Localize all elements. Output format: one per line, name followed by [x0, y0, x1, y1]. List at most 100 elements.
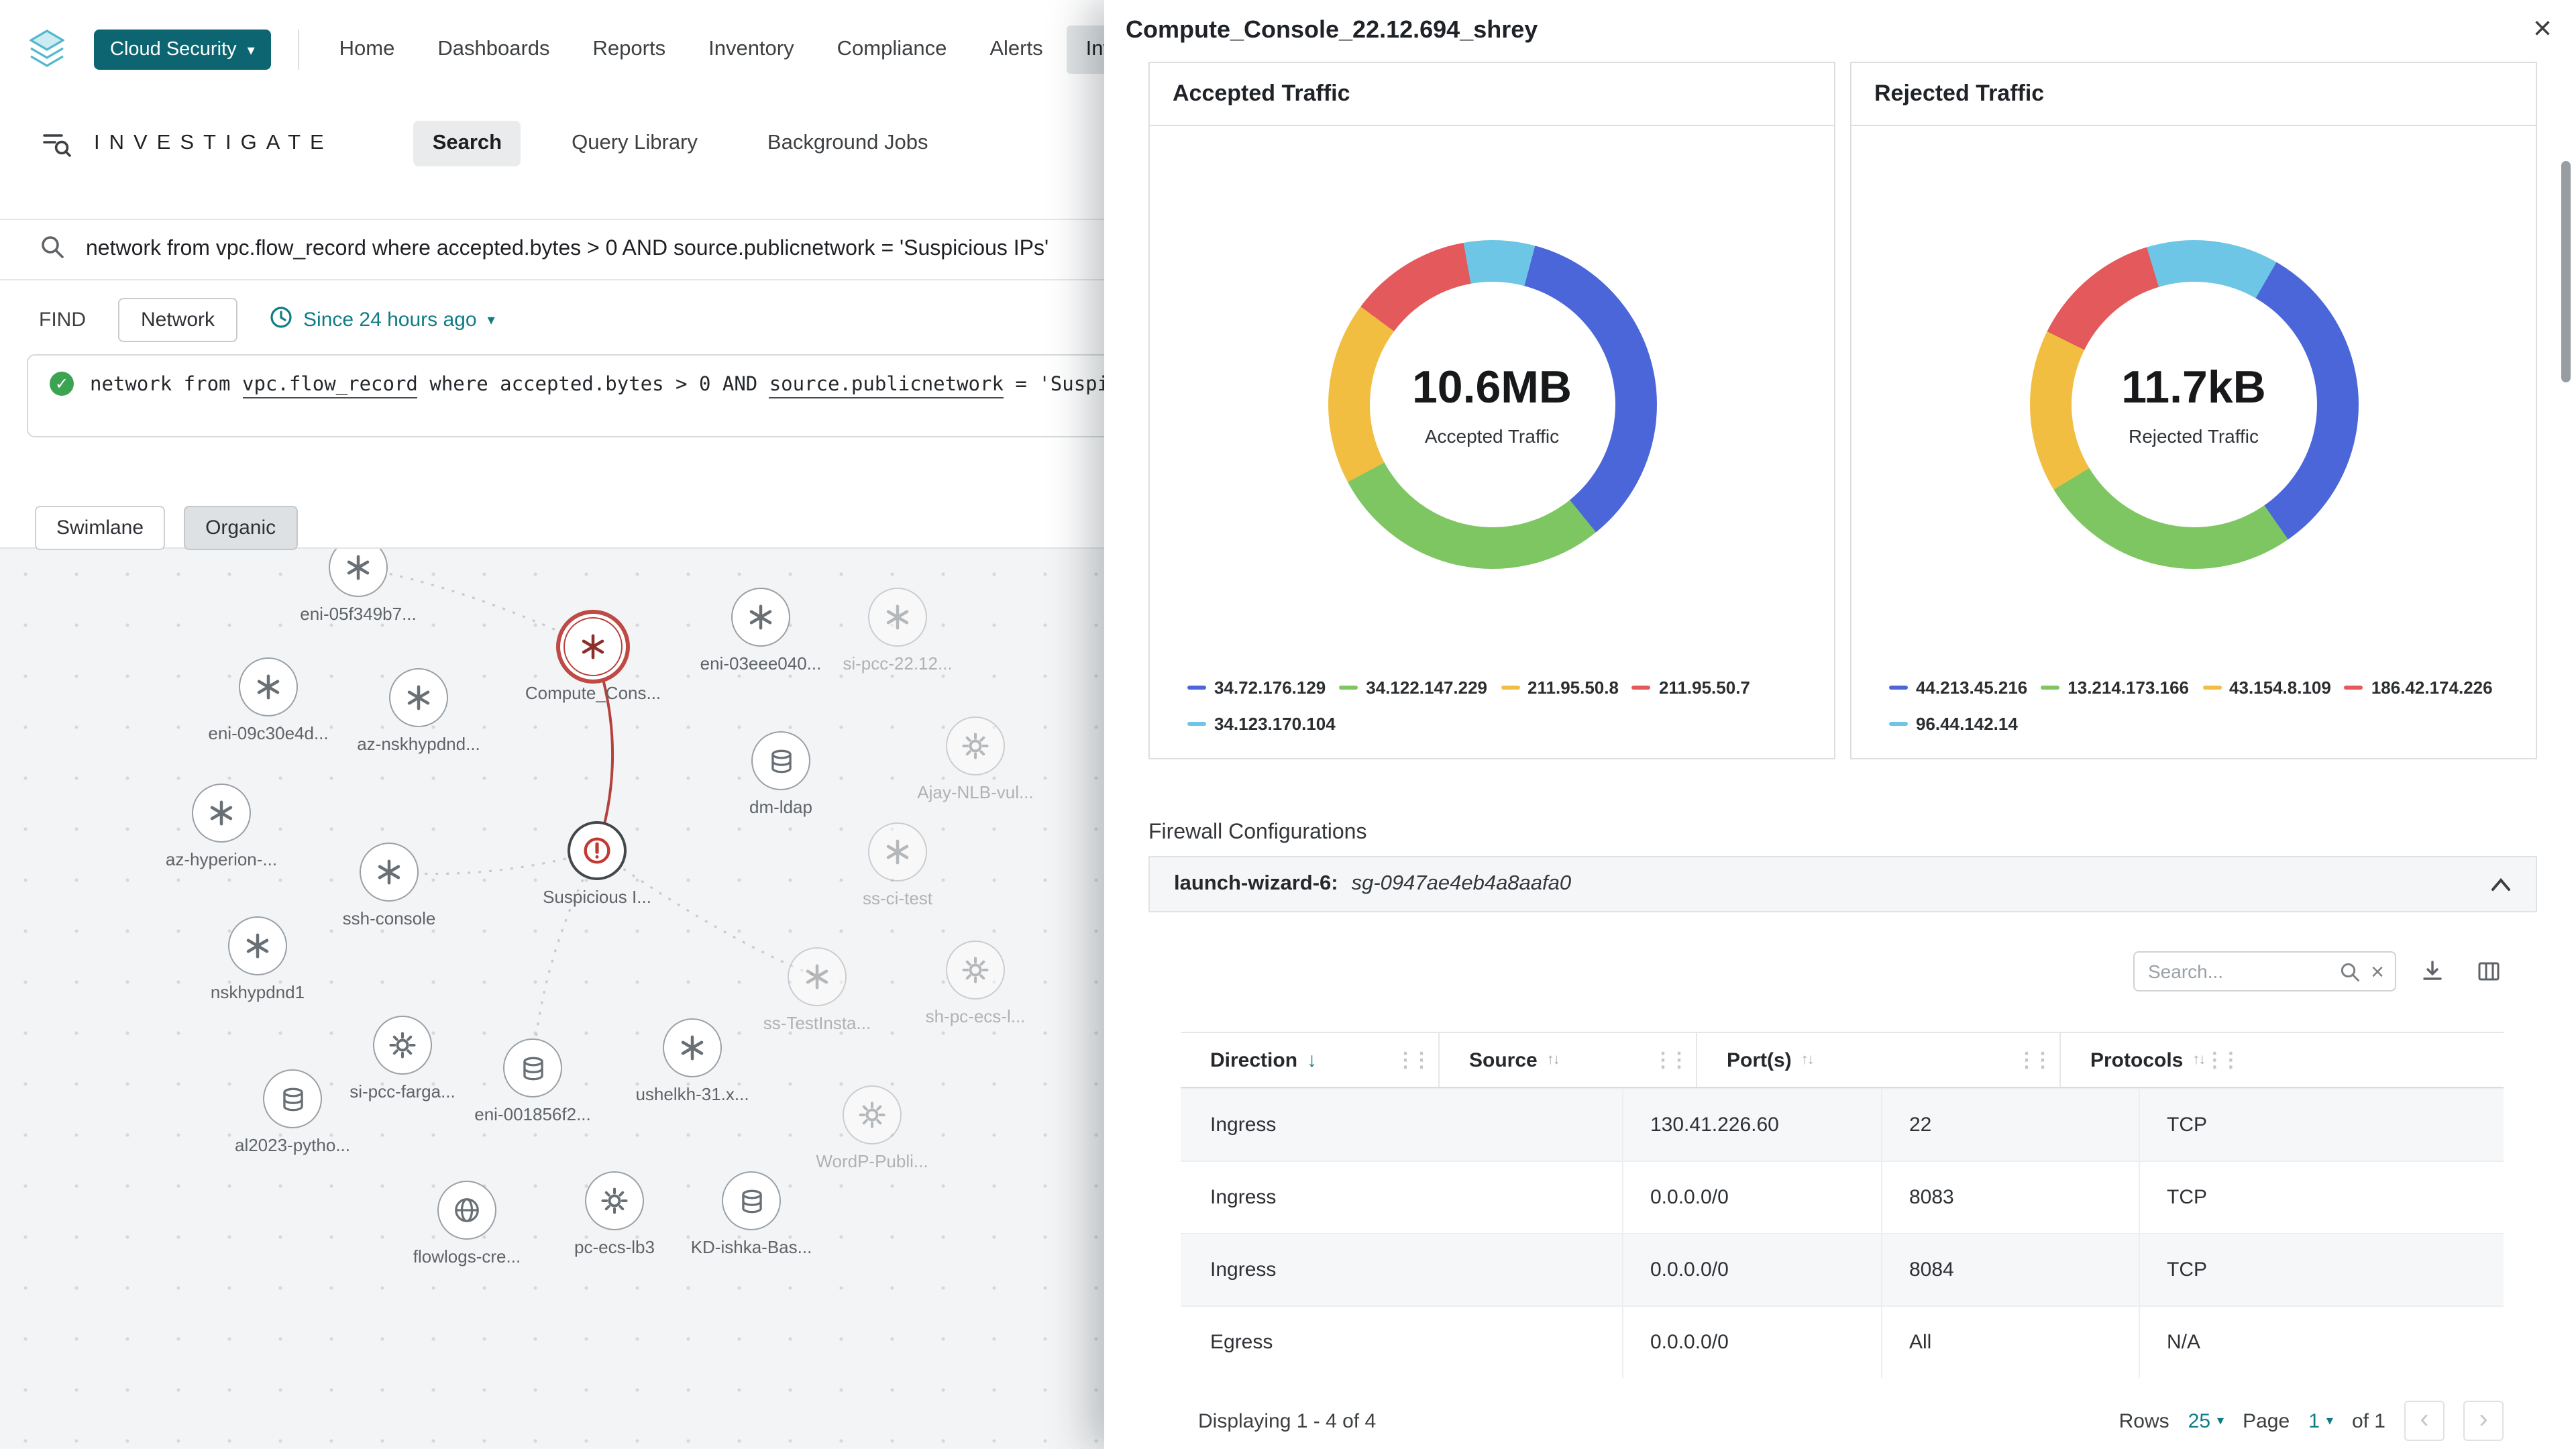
accepted-traffic-donut[interactable]: 10.6MB Accepted Traffic — [1328, 240, 1656, 569]
donut-value: 11.7kB — [2121, 362, 2266, 415]
compute-icon — [345, 554, 372, 581]
time-range-button[interactable]: Since 24 hours ago ▾ — [270, 305, 495, 333]
product-switcher[interactable]: Cloud Security ▾ — [94, 30, 271, 70]
graph-node[interactable]: sh-pc-ecs-l... — [946, 941, 1005, 1000]
table-body: Ingress 130.41.226.60 22 TCP Ingress 0.0… — [1181, 1088, 2504, 1378]
graph-node[interactable]: nskhypdnd1 — [228, 916, 287, 975]
graph-node[interactable]: eni-001856f2... — [503, 1038, 562, 1097]
legend-label: 34.72.176.129 — [1214, 678, 1326, 698]
graph-node[interactable]: Suspicious I... — [568, 821, 627, 880]
node-circle — [228, 916, 287, 975]
cell-source: 0.0.0.0/0 — [1623, 1307, 1882, 1378]
drag-handle-icon[interactable]: ⋮⋮ — [2204, 1048, 2237, 1072]
drag-handle-icon[interactable]: ⋮⋮ — [1395, 1048, 1428, 1072]
compute-icon — [884, 839, 911, 865]
graph-node[interactable]: ss-ci-test — [868, 822, 927, 881]
graph-node[interactable]: ssh-console — [360, 843, 419, 902]
next-page-button[interactable]: › — [2463, 1401, 2504, 1441]
table-row[interactable]: Ingress 0.0.0.0/0 8084 TCP — [1181, 1233, 2504, 1305]
graph-node[interactable]: WordP-Publi... — [843, 1085, 902, 1144]
compute-icon — [376, 859, 402, 885]
table-footer: Displaying 1 - 4 of 4 Rows 25 ▾ Page 1 ▾… — [1198, 1397, 2504, 1445]
caret-down-icon: ▾ — [2217, 1413, 2224, 1428]
database-icon — [739, 1188, 764, 1214]
graph-node[interactable]: pc-ecs-lb3 — [585, 1171, 644, 1230]
legend-label: 186.42.174.226 — [2371, 678, 2493, 698]
graph-node[interactable]: ushelkh-31.x... — [663, 1018, 722, 1077]
graph-node[interactable]: Compute_Cons... — [564, 617, 623, 676]
investigate-tab[interactable]: Query Library — [553, 121, 716, 166]
nav-item[interactable]: Dashboards — [419, 25, 568, 74]
column-header[interactable]: Source ↓ ↑↓ ⋮⋮ — [1440, 1033, 1697, 1087]
graph-node[interactable]: eni-05f349b7... — [329, 547, 388, 597]
graph-node[interactable]: az-nskhypdnd... — [389, 668, 448, 727]
graph-node[interactable]: eni-03eee040... — [731, 588, 790, 647]
nav-item[interactable]: Home — [321, 25, 414, 74]
investigate-tab[interactable]: Background Jobs — [749, 121, 947, 166]
graph-node[interactable]: al2023-pytho... — [263, 1069, 322, 1128]
view-tab[interactable]: Organic — [184, 506, 297, 550]
clear-search-icon[interactable]: × — [2371, 960, 2384, 983]
table-row[interactable]: Egress 0.0.0.0/0 All N/A — [1181, 1305, 2504, 1378]
view-tab[interactable]: Swimlane — [35, 506, 165, 550]
table-row[interactable]: Ingress 130.41.226.60 22 TCP — [1181, 1088, 2504, 1161]
nav-item[interactable]: Alerts — [971, 25, 1061, 74]
query-token: vpc.flow_record — [242, 374, 418, 398]
graph-node[interactable]: eni-09c30e4d... — [239, 657, 298, 716]
gear-icon — [859, 1102, 885, 1128]
drag-handle-icon[interactable]: ⋮⋮ — [2017, 1048, 2049, 1072]
node-circle — [788, 947, 847, 1006]
table-header: Direction ↓ ↑↓ ⋮⋮ Source ↓ ↑↓ ⋮⋮ Port(s) — [1181, 1032, 2504, 1088]
gear-icon — [389, 1032, 416, 1059]
table-search-input[interactable] — [2145, 959, 2312, 983]
query-token: network from — [90, 374, 242, 396]
rows-per-page-select[interactable]: 25 ▾ — [2188, 1409, 2224, 1432]
nav-item[interactable]: Reports — [574, 25, 685, 74]
graph-node[interactable]: si-pcc-farga... — [373, 1016, 432, 1075]
node-label: KD-ishka-Bas... — [691, 1237, 812, 1257]
sort-icon: ↑↓ — [1547, 1052, 1559, 1068]
prev-page-button[interactable]: ‹ — [2404, 1401, 2445, 1441]
rejected-traffic-donut[interactable]: 11.7kB Rejected Traffic — [2029, 240, 2358, 569]
graph-node[interactable]: si-pcc-22.12... — [868, 588, 927, 647]
nav-item[interactable]: Inventory — [690, 25, 813, 74]
legend-label: 13.214.173.166 — [2068, 678, 2189, 698]
column-header[interactable]: Protocols ↓ ↑↓ ⋮⋮ — [2061, 1033, 2247, 1087]
scrollbar-thumb[interactable] — [2561, 161, 2571, 382]
donut-wrap: 11.7kB Rejected Traffic — [1851, 126, 2536, 678]
graph-node[interactable]: az-hyperion-... — [192, 784, 251, 843]
security-group-id: sg-0947ae4eb4a8aafa0 — [1352, 872, 1572, 896]
entity-type-chip[interactable]: Network — [118, 297, 237, 341]
graph-node[interactable]: Ajay-NLB-vul... — [946, 716, 1005, 775]
graph-node[interactable]: dm-ldap — [751, 731, 810, 790]
drag-handle-icon[interactable]: ⋮⋮ — [1653, 1048, 1685, 1072]
legend-item: 13.214.173.166 — [2041, 678, 2189, 698]
collapse-chevron-icon[interactable] — [2490, 877, 2512, 892]
graph-node[interactable]: ss-TestInsta... — [788, 947, 847, 1006]
column-header[interactable]: Direction ↓ ↑↓ ⋮⋮ — [1181, 1033, 1440, 1087]
legend-label: 211.95.50.8 — [1527, 678, 1619, 698]
valid-query-check-icon: ✓ — [50, 372, 74, 396]
node-label: sh-pc-ecs-l... — [926, 1006, 1026, 1026]
rejected-legend: 44.213.45.216 13.214.173.166 43.154.8.10… — [1851, 678, 2536, 758]
node-label: pc-ecs-lb3 — [574, 1237, 655, 1257]
graph-node[interactable]: KD-ishka-Bas... — [722, 1171, 781, 1230]
investigate-tab[interactable]: Search — [414, 121, 521, 166]
table-row[interactable]: Ingress 0.0.0.0/0 8083 TCP — [1181, 1161, 2504, 1233]
columns-settings-icon[interactable] — [2469, 951, 2509, 991]
column-header[interactable]: Port(s) ↓ ↑↓ ⋮⋮ — [1697, 1033, 2061, 1087]
cell-protocols: N/A — [2140, 1307, 2504, 1378]
nav-item[interactable]: Compliance — [818, 25, 966, 74]
saved-searches-icon[interactable] — [40, 127, 72, 160]
page-select[interactable]: 1 ▾ — [2308, 1409, 2333, 1432]
close-icon[interactable]: × — [2533, 13, 2552, 46]
node-circle — [568, 821, 627, 880]
node-label: Suspicious I... — [543, 887, 651, 907]
legend-label: 34.122.147.229 — [1366, 678, 1487, 698]
download-icon[interactable] — [2412, 951, 2453, 991]
compute-icon — [580, 633, 606, 660]
nav-divider — [298, 30, 299, 70]
graph-node[interactable]: flowlogs-cre... — [437, 1181, 496, 1240]
firewall-group-accordion[interactable]: launch-wizard-6: sg-0947ae4eb4a8aafa0 — [1148, 856, 2537, 912]
node-circle — [263, 1069, 322, 1128]
